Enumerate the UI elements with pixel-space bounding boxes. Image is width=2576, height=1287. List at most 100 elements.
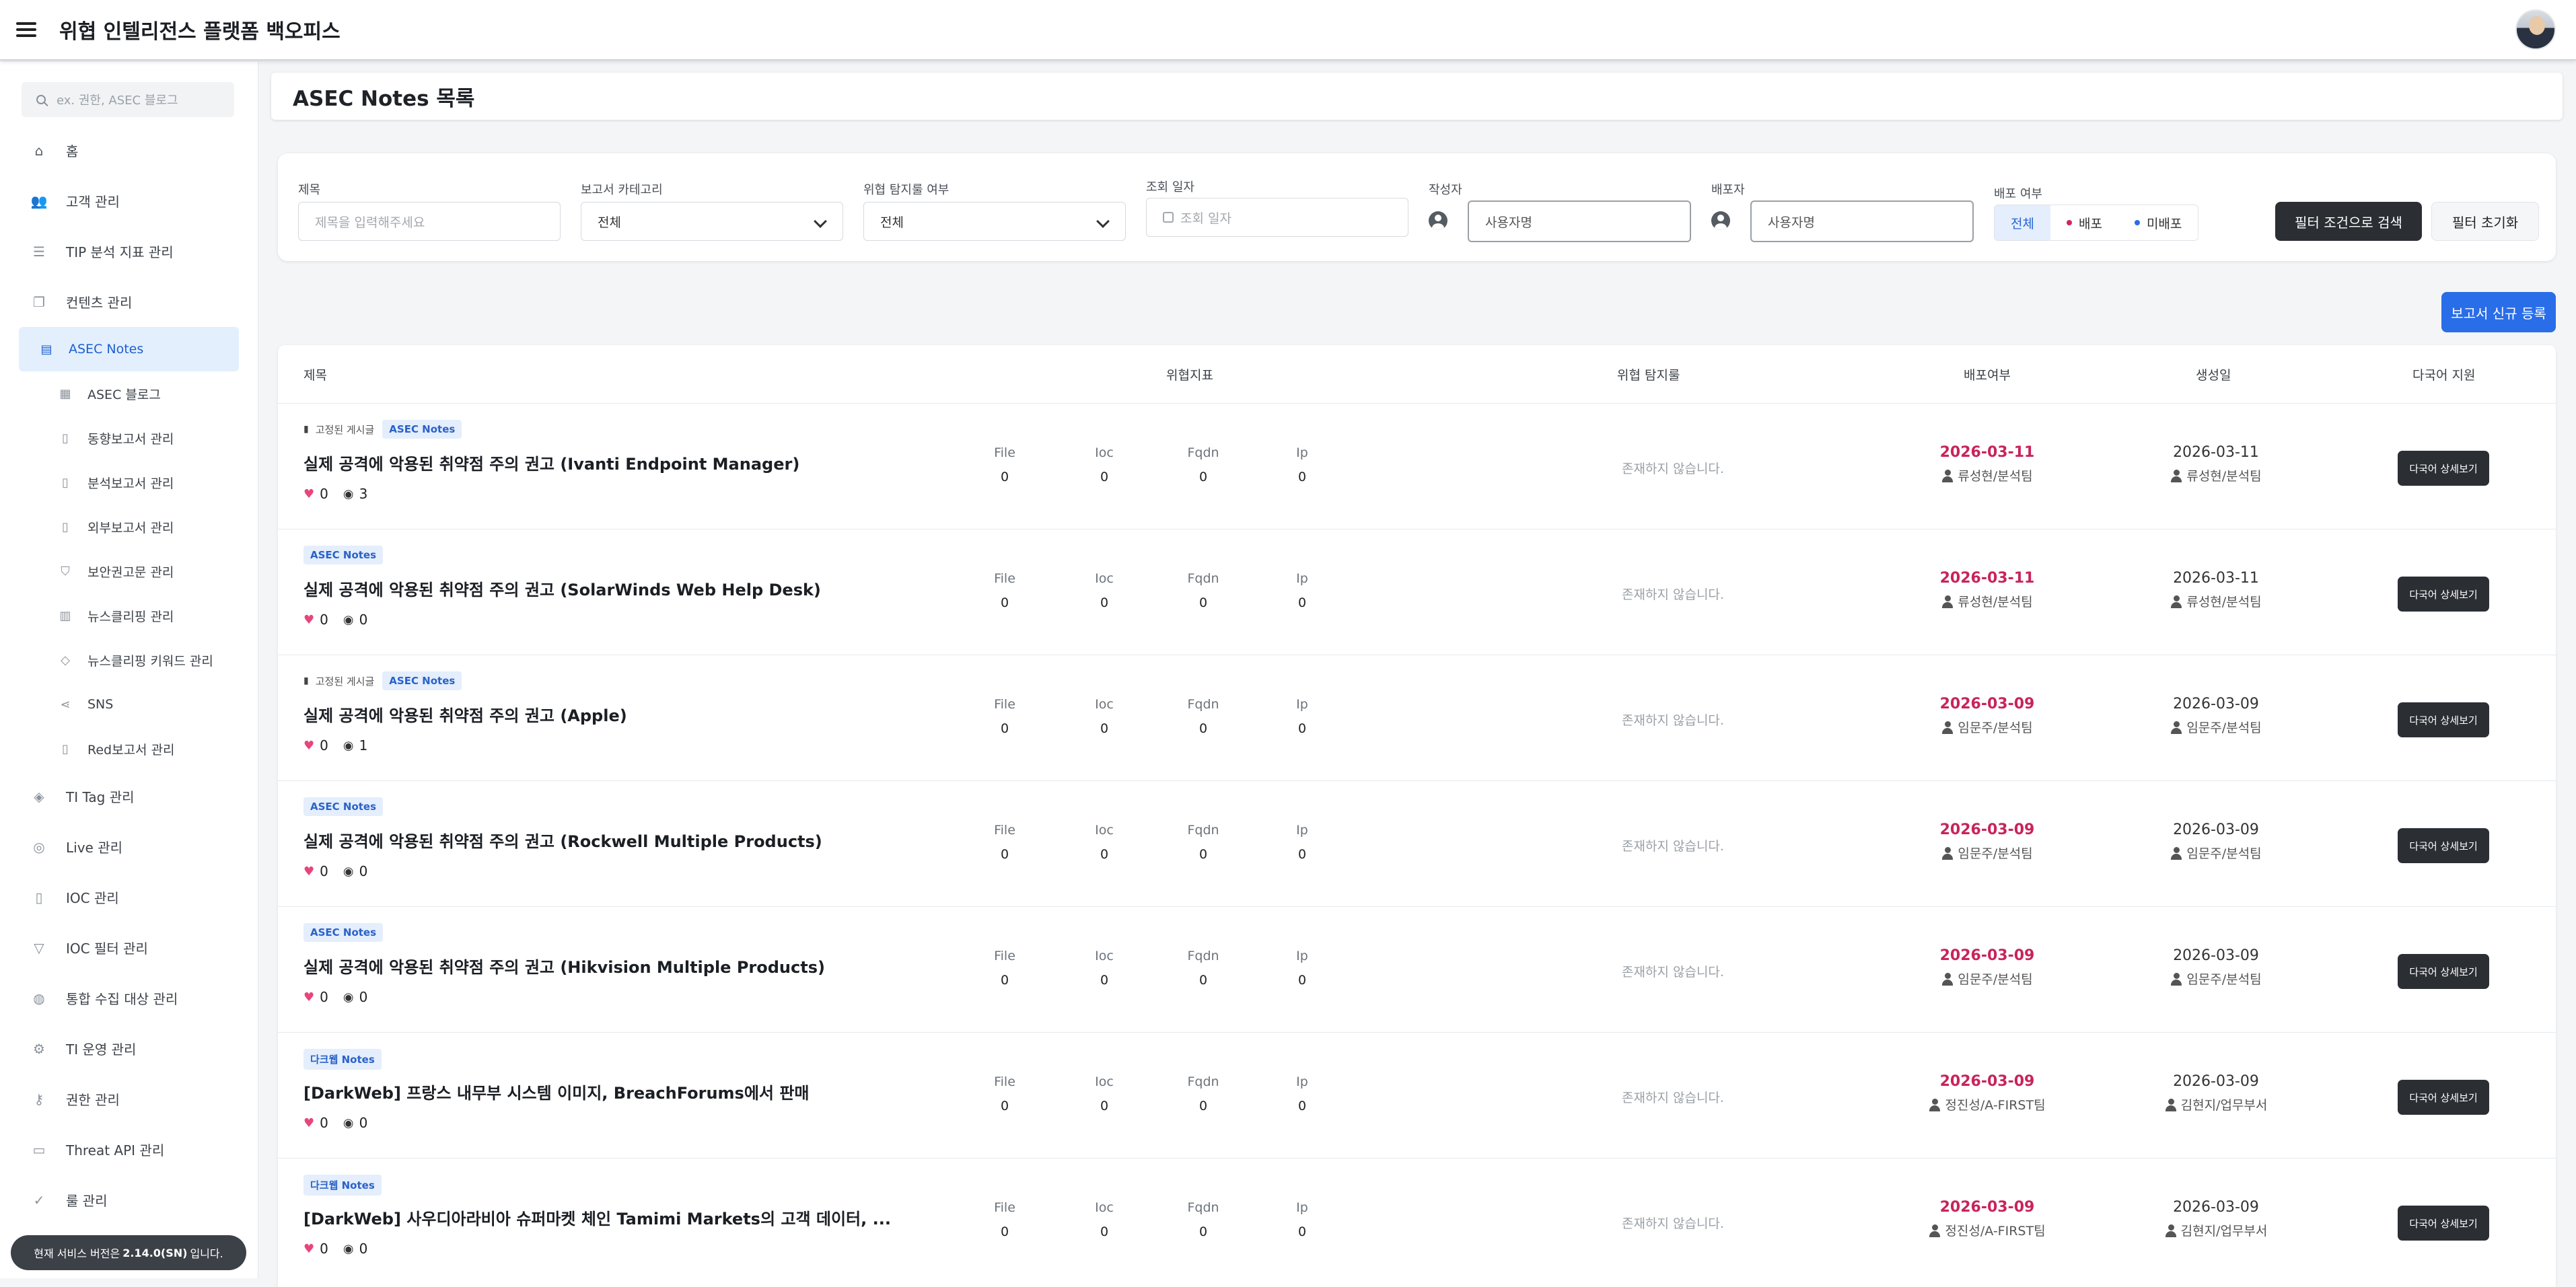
indicator-label: Ioc [1095,1074,1114,1089]
multilang-detail-button[interactable]: 다국어 상세보기 [2398,702,2489,737]
person-icon [2165,1098,2177,1111]
created-cell: 2026-03-09 임문주/분석팀 [2142,821,2290,862]
row-title[interactable]: 실제 공격에 악용된 취약점 주의 권고 (Ivanti Endpoint Ma… [303,451,799,474]
author-filter-input[interactable]: 사용자명 [1468,200,1691,242]
deployer-filter-input[interactable]: 사용자명 [1750,200,1974,242]
multilang-detail-button[interactable]: 다국어 상세보기 [2398,451,2489,486]
created-date: 2026-03-09 [2173,1073,2259,1090]
sidebar-subitem-label: ASEC 블로그 [87,387,161,402]
sidebar-search-input[interactable]: ex. 권한, ASEC 블로그 [22,82,234,117]
multilang-detail-button[interactable]: 다국어 상세보기 [2398,954,2489,989]
sidebar-item-after-4[interactable]: ◍ 통합 수집 대상 관리 [0,973,258,1023]
sidebar-item-after-1[interactable]: ◎ Live 관리 [0,821,258,872]
indicator-value: 0 [1297,1224,1307,1239]
sidebar-subitem-5[interactable]: ⛉ 보안권고문 관리 [19,549,239,593]
multilang-detail-button[interactable]: 다국어 상세보기 [2398,577,2489,612]
table-row[interactable]: 다크웹 Notes [DarkWeb] 사우디아라비아 슈퍼마켓 체인 Tamim… [278,1158,2556,1284]
deployer: 정진성/A-FIRST팀 [1913,1095,2061,1113]
sidebar-item-1[interactable]: 👥 고객 관리 [0,176,258,226]
sidebar-item-after-7[interactable]: ▭ Threat API 관리 [0,1124,258,1175]
user-gear-icon: ⚙ [33,1040,45,1057]
multilang-detail-button[interactable]: 다국어 상세보기 [2398,828,2489,863]
new-report-button[interactable]: 보고서 신규 등록 [2441,292,2556,332]
sidebar-item-0[interactable]: ⌂ 홈 [0,125,258,176]
view-count: 1 [359,737,368,753]
menu-icon[interactable] [16,22,36,37]
created-cell: 2026-03-09 김현지/업무부서 [2142,1199,2290,1239]
deploy-cell: 2026-03-09 정진성/A-FIRST팀 [1913,1199,2061,1239]
indicator-cell: Fqdn 0 [1163,697,1244,736]
detect-rule-select[interactable]: 전체 [863,202,1126,241]
row-title[interactable]: 실제 공격에 악용된 취약점 주의 권고 (Hikvision Multiple… [303,954,825,978]
multilang-detail-button[interactable]: 다국어 상세보기 [2398,1080,2489,1115]
view-count: 0 [359,1115,368,1131]
sidebar-subitem-6[interactable]: ▥ 뉴스클리핑 관리 [19,593,239,638]
sidebar-item-2[interactable]: ☰ TIP 분석 지표 관리 [0,226,258,277]
sidebar-subitem-3[interactable]: ▯ 분석보고서 관리 [19,460,239,505]
creator-name: 류성현/분석팀 [2186,469,2262,484]
eye-icon: ◉ [343,990,354,1004]
sidebar-subitem-2[interactable]: ▯ 동향보고서 관리 [19,416,239,460]
table-row[interactable]: ▮ 고정된 게시글 ASEC Notes 실제 공격에 악용된 취약점 주의 권고 (… [278,655,2556,780]
sidebar-subitem-8[interactable]: ⋖ SNS [19,682,239,727]
multilang-detail-button[interactable]: 다국어 상세보기 [2398,1206,2489,1241]
sidebar-subitem-0[interactable]: ▤ ASEC Notes [19,327,239,371]
indicator-cell: Ioc 0 [1064,1074,1145,1113]
sidebar-item-label: TI Tag 관리 [66,789,135,805]
person-icon [1941,595,1954,608]
sidebar-subitem-label: ASEC Notes [69,342,144,357]
like-count: 0 [320,1241,328,1257]
filter-reset-button[interactable]: 필터 초기화 [2431,202,2539,241]
sidebar-subitem-1[interactable]: ▦ ASEC 블로그 [19,371,239,416]
created-cell: 2026-03-11 류성현/분석팀 [2142,444,2290,484]
avatar[interactable] [2515,9,2556,50]
person-icon [2170,469,2182,482]
date-filter-placeholder: 조회 일자 [1180,211,1231,226]
sidebar-subitem-label: 뉴스클리핑 키워드 관리 [87,653,213,669]
sidebar-subitem-7[interactable]: ◇ 뉴스클리핑 키워드 관리 [19,638,239,682]
sidebar-subitem-4[interactable]: ▯ 외부보고서 관리 [19,505,239,549]
version-suffix: 입니다. [190,1247,223,1260]
indicator-cell: File 0 [964,445,1045,484]
filter-search-button[interactable]: 필터 조건으로 검색 [2275,202,2422,241]
deployer: 임문주/분석팀 [1913,844,2061,862]
sidebar-item-3[interactable]: ❐ 컨텐츠 관리 [0,277,258,327]
deploy-date: 2026-03-11 [1939,570,2035,587]
view-count: 3 [359,486,368,502]
created-date: 2026-03-09 [2173,1199,2259,1216]
table-row[interactable]: ASEC Notes 실제 공격에 악용된 취약점 주의 권고 (SolarWin… [278,529,2556,655]
heart-icon: ♥ [303,990,315,1004]
sidebar-item-after-0[interactable]: ◈ TI Tag 관리 [0,771,258,821]
table-row[interactable]: ▮ 고정된 게시글 ASEC Notes 실제 공격에 악용된 취약점 주의 권고 (… [278,403,2556,529]
deploy-option-undeployed[interactable]: 미배포 [2118,205,2198,240]
table-row[interactable]: ASEC Notes 실제 공격에 악용된 취약점 주의 권고 (Hikvisio… [278,906,2556,1032]
title-filter-input[interactable]: 제목을 입력해주세요 [298,202,561,241]
page-header: ASEC Notes 목록 [271,73,2563,120]
sidebar-item-label: TI 운영 관리 [66,1041,137,1058]
shield-icon: ⛉ [61,564,70,579]
sidebar-item-after-5[interactable]: ⚙ TI 운영 관리 [0,1023,258,1074]
indicator-label: Fqdn [1187,1200,1219,1215]
row-title[interactable]: 실제 공격에 악용된 취약점 주의 권고 (Rockwell Multiple … [303,828,822,852]
row-title[interactable]: 실제 공격에 악용된 취약점 주의 권고 (SolarWinds Web Hel… [303,577,821,600]
sidebar-item-after-8[interactable]: ✓ 룰 관리 [0,1175,258,1225]
indicator-label: Fqdn [1187,697,1219,712]
category-select[interactable]: 전체 [581,202,843,241]
row-title[interactable]: 실제 공격에 악용된 취약점 주의 권고 (Apple) [303,702,627,726]
deploy-option-all[interactable]: 전체 [1995,205,2050,240]
sidebar-item-after-3[interactable]: ▽ IOC 필터 관리 [0,922,258,973]
creator-name: 임문주/분석팀 [2186,721,2262,735]
row-title[interactable]: [DarkWeb] 프랑스 내무부 시스템 이미지, BreachForums에… [303,1080,810,1103]
date-filter-input[interactable]: 조회 일자 [1146,198,1408,237]
table-row[interactable]: 다크웹 Notes [DarkWeb] 프랑스 내무부 시스템 이미지, Brea… [278,1032,2556,1158]
created-date: 2026-03-11 [2173,570,2259,587]
sidebar-item-after-6[interactable]: ⚷ 권한 관리 [0,1074,258,1124]
sidebar-subitem-9[interactable]: ▯ Red보고서 관리 [19,727,239,771]
table-row[interactable]: ASEC Notes 실제 공격에 악용된 취약점 주의 권고 (Rockwell… [278,780,2556,906]
sidebar-item-after-2[interactable]: ▯ IOC 관리 [0,872,258,922]
deployer-filter-label: 배포자 [1711,183,1745,197]
indicator-value: 0 [1100,847,1109,862]
deploy-option-deployed[interactable]: 배포 [2050,205,2118,240]
row-title[interactable]: [DarkWeb] 사우디아라비아 슈퍼마켓 체인 Tamimi Markets… [303,1206,891,1229]
deploy-date: 2026-03-09 [1939,821,2035,838]
